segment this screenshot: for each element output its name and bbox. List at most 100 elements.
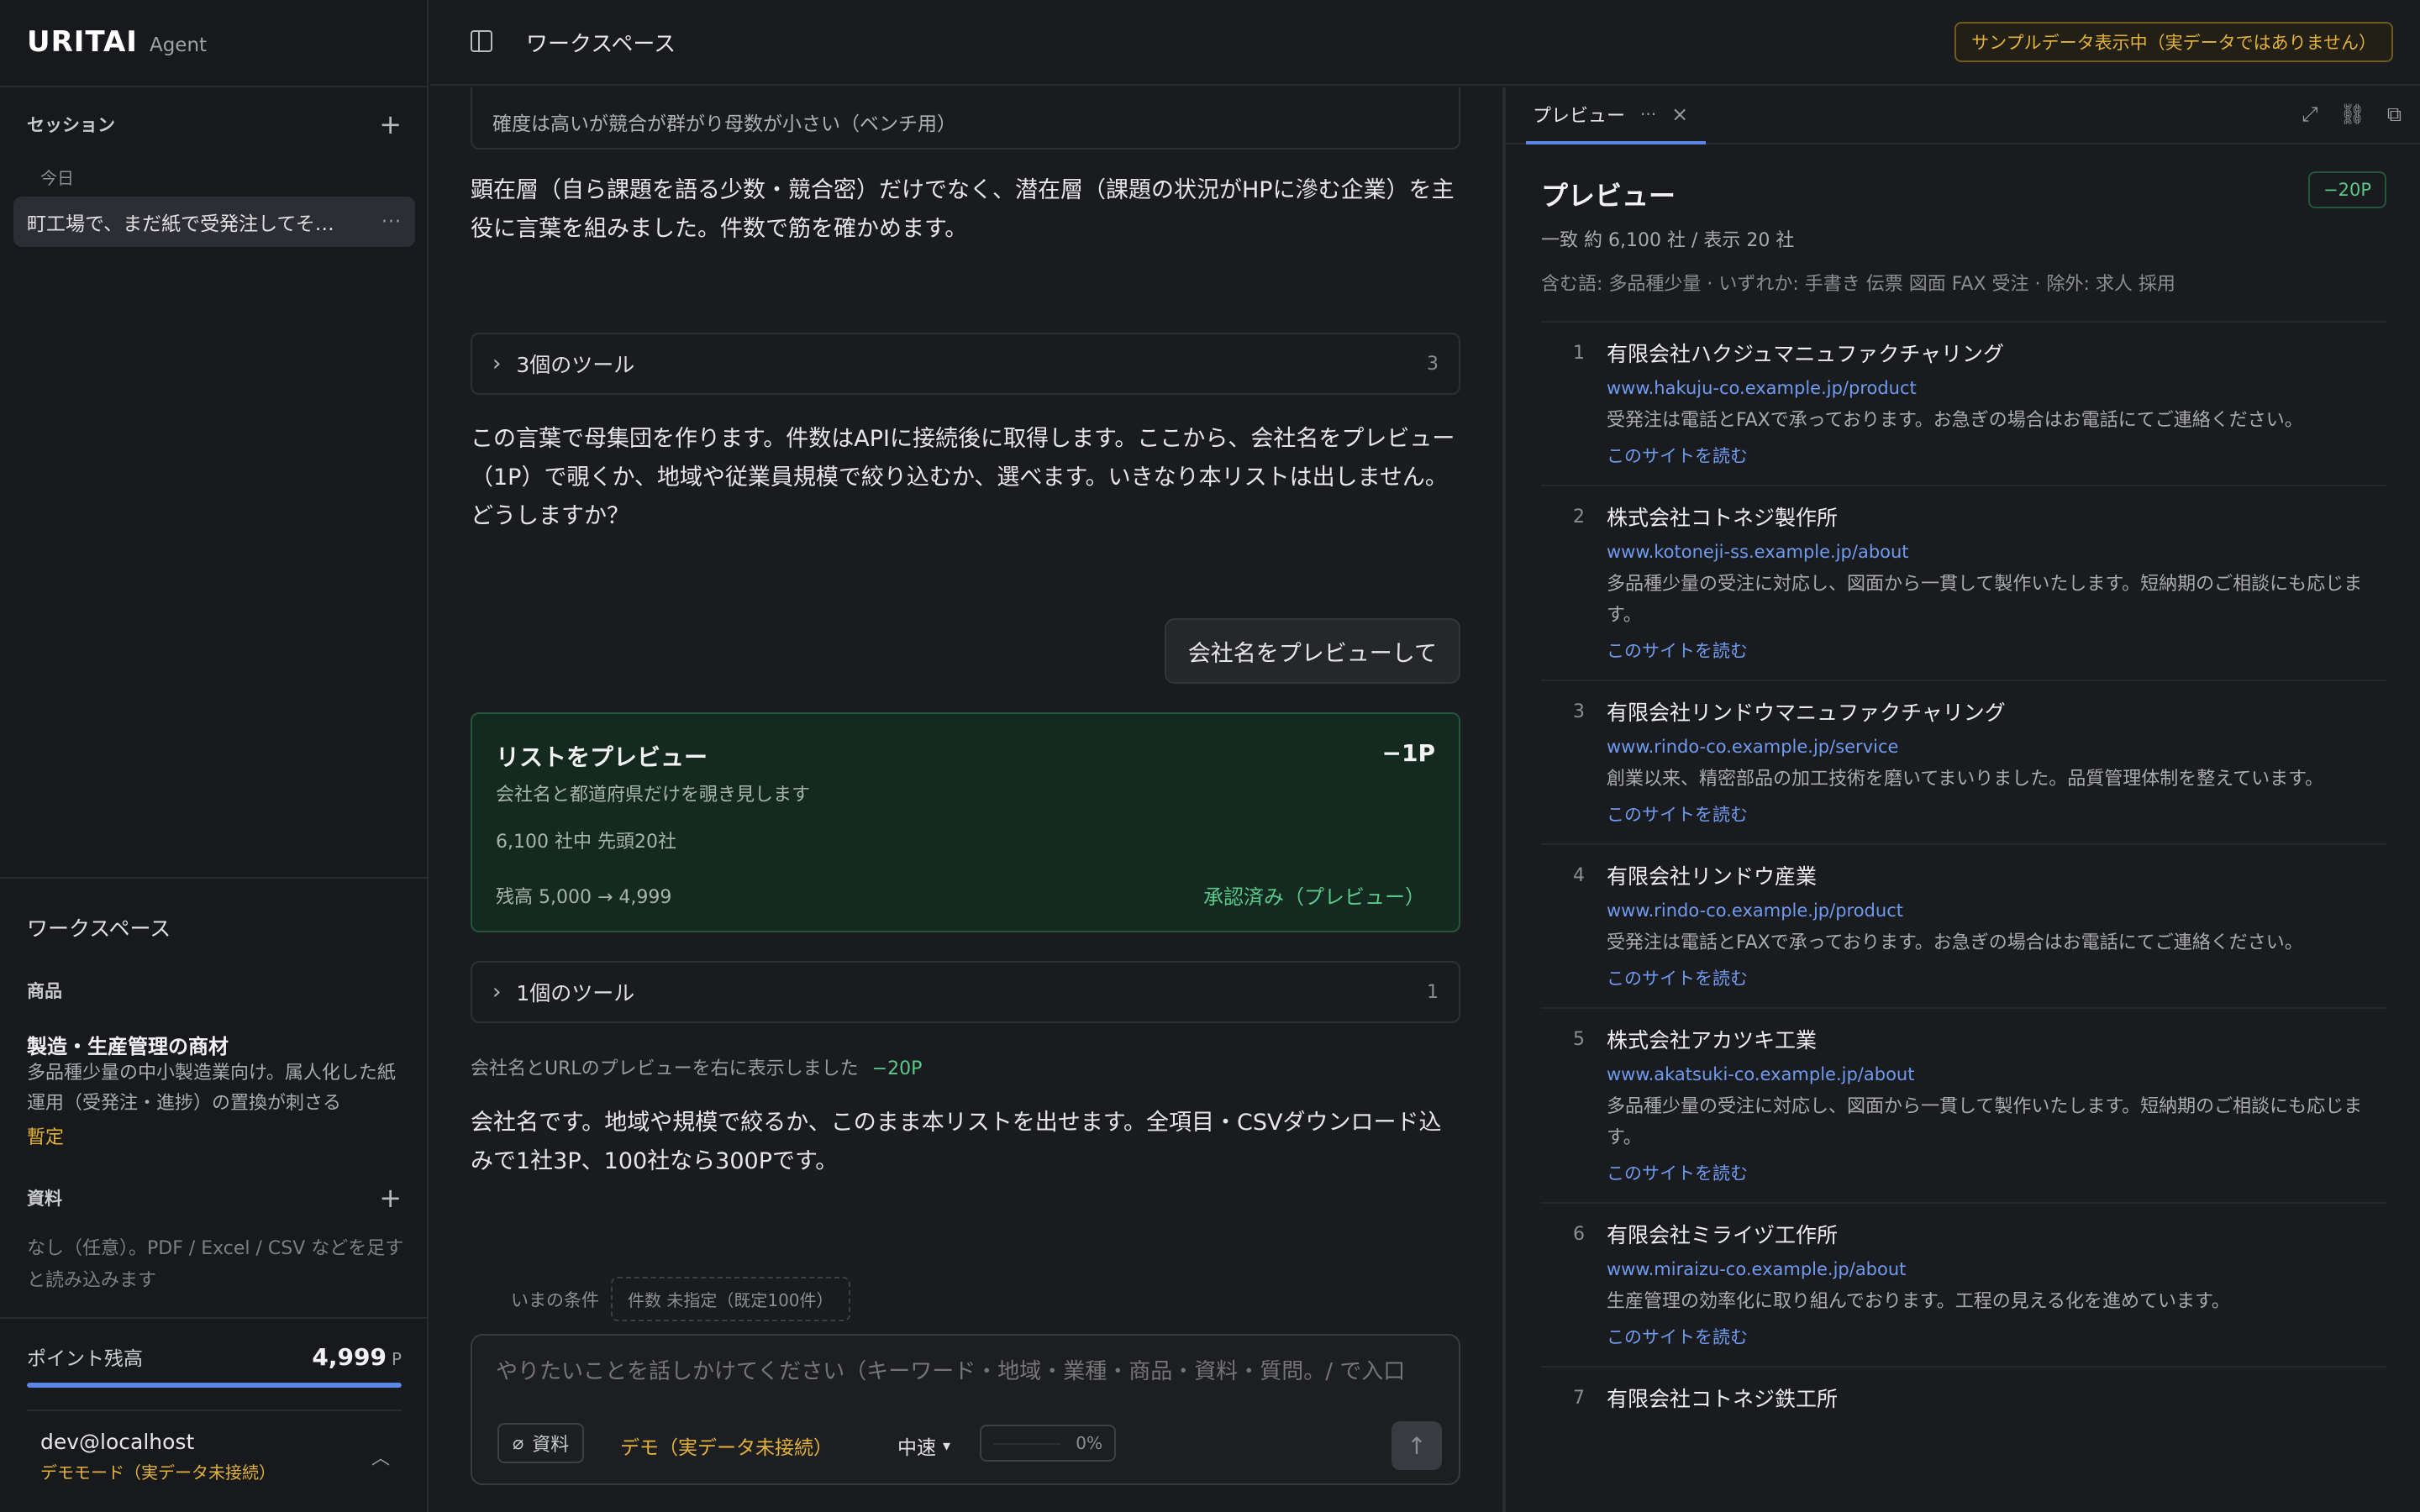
- speed-label: 中速: [897, 1437, 936, 1459]
- preview-title: プレビュー: [1541, 180, 1676, 212]
- new-session-plus-icon[interactable]: +: [379, 111, 402, 138]
- assistant-message: 顕在層（自ら課題を語る少数・競合密）だけでなく、潜在層（課題の状況がHPに滲む企…: [471, 177, 1455, 242]
- system-note-cost: −20P: [871, 1058, 923, 1079]
- sidebar-divider: [0, 877, 429, 879]
- read-site-link[interactable]: このサイトを読む: [1607, 801, 2386, 827]
- message-composer: ⌀ 資料 デモ（実データ未接続） 中速 ▾ 0% ↑: [471, 1334, 1460, 1485]
- expand-icon[interactable]: ⤢: [2302, 102, 2317, 126]
- condition-chip[interactable]: 件数 未指定（既定100件）: [611, 1277, 850, 1321]
- list-item-body: 有限会社リンドウ産業 www.rindo-co.example.jp/produc…: [1607, 862, 2386, 990]
- list-item-body: 株式会社アカツキ工業 www.akatsuki-co.example.jp/abo…: [1607, 1026, 2386, 1185]
- add-material-plus-icon[interactable]: +: [379, 1184, 402, 1211]
- close-icon[interactable]: ×: [1671, 102, 1688, 126]
- link-icon[interactable]: ⛓: [2339, 102, 2365, 126]
- user-account-menu[interactable]: dev@localhost デモモード（実データ未接続） ︿: [40, 1430, 390, 1483]
- points-unit: P: [391, 1349, 402, 1369]
- speed-select[interactable]: 中速 ▾: [897, 1431, 950, 1460]
- chevron-right-icon: ›: [492, 979, 502, 1005]
- read-site-link[interactable]: このサイトを読む: [1607, 1324, 2386, 1349]
- tool-group-count: 1: [1427, 981, 1439, 1003]
- approval-title: リストをプレビュー: [496, 743, 708, 771]
- list-item: 5 株式会社アカツキ工業 www.akatsuki-co.example.jp/ab…: [1541, 1007, 2386, 1202]
- sample-data-badge: サンプルデータ表示中（実データではありません）: [1954, 22, 2393, 62]
- user-mode: デモモード（実データ未接続）: [40, 1462, 276, 1483]
- company-description: 多品種少量の受注に対応し、図面から一貫して製作いたします。短納期のご相談にも応じ…: [1607, 574, 2363, 626]
- attach-material-button[interactable]: ⌀ 資料: [497, 1423, 585, 1463]
- company-name: 株式会社アカツキ工業: [1607, 1028, 1818, 1053]
- approval-status: 承認済み（プレビュー）: [1203, 885, 1425, 909]
- company-url[interactable]: www.rindo-co.example.jp/product: [1607, 900, 2386, 921]
- tool-group-label: 3個のツール: [516, 353, 635, 377]
- approval-balance: 残高 5,000 → 4,999: [496, 887, 672, 908]
- system-note: 会社名とURLのプレビューを右に表示しました −20P: [471, 1053, 922, 1080]
- product-name[interactable]: 製造・生産管理の商材: [27, 1030, 229, 1059]
- list-item-number: 4: [1573, 865, 1585, 886]
- panel-actions: ⤢ ⛓ ⧉: [2302, 102, 2402, 126]
- chevron-down-icon: ▾: [943, 1436, 951, 1455]
- sidebar-divider: [0, 1317, 429, 1319]
- company-url[interactable]: www.akatsuki-co.example.jp/about: [1607, 1064, 2386, 1084]
- chevron-up-icon: ︿: [371, 1448, 390, 1469]
- company-url[interactable]: www.rindo-co.example.jp/service: [1607, 737, 2386, 757]
- list-item-number: 5: [1573, 1029, 1585, 1050]
- list-item-body: 有限会社ミライヅ工作所 www.miraizu-co.example.jp/abo…: [1607, 1221, 2386, 1349]
- sidebar-divider: [0, 86, 429, 87]
- assistant-message: この言葉で母集団を作ります。件数はAPIに接続後に取得します。ここから、会社名を…: [471, 426, 1455, 529]
- product-description: 多品種少量の中小製造業向け。属人化した紙運用（受発注・進捗）の置換が刺さる: [27, 1063, 396, 1114]
- list-item-number: 3: [1573, 701, 1585, 722]
- company-url[interactable]: www.hakuju-co.example.jp/product: [1607, 378, 2386, 398]
- list-item-body: 有限会社ハクジュマニュファクチャリング www.hakuju-co.example…: [1607, 339, 2386, 468]
- brand-name: URITAI: [27, 25, 138, 59]
- read-site-link[interactable]: このサイトを読む: [1607, 443, 2386, 468]
- company-name: 有限会社コトネジ鉄工所: [1607, 1387, 1839, 1411]
- company-description: 生産管理の効率化に取り組んでおります。工程の見える化を進めています。: [1607, 1291, 2230, 1312]
- company-description: 受発注は電話とFAXで承っております。お急ぎの場合はお電話にてご連絡ください。: [1607, 932, 2303, 953]
- previous-card: 確度は高いが競合が群がり母数が小さい（ベンチ用）: [471, 87, 1460, 150]
- read-site-link[interactable]: このサイトを読む: [1607, 965, 2386, 990]
- preview-tab-bar: プレビュー ··· × ⤢ ⛓ ⧉: [1506, 87, 2420, 144]
- list-item-number: 1: [1573, 343, 1585, 364]
- user-message: 会社名をプレビューして: [1164, 618, 1460, 684]
- company-name: 有限会社リンドウマニュファクチャリング: [1607, 701, 2006, 725]
- session-more-icon[interactable]: ···: [381, 212, 402, 233]
- tool-group-toggle[interactable]: › 1個のツール 1: [471, 961, 1460, 1023]
- company-name: 有限会社リンドウ産業: [1607, 864, 1818, 889]
- list-item: 2 株式会社コトネジ製作所 www.kotoneji-ss.example.jp/a…: [1541, 485, 2386, 680]
- tab-preview[interactable]: プレビュー ··· ×: [1526, 87, 1706, 144]
- sessions-title: セッション: [27, 115, 115, 135]
- company-description: 受発注は電話とFAXで承っております。お急ぎの場合はお電話にてご連絡ください。: [1607, 410, 2303, 431]
- tab-preview-label: プレビュー: [1533, 106, 1626, 127]
- conditions-label: いまの条件: [511, 1289, 599, 1310]
- approval-card: リストをプレビュー −1P 会社名と都道府県だけを覗き見します 6,100 社中…: [471, 712, 1460, 932]
- session-item[interactable]: 町工場で、まだ紙で受発注してそ… ···: [13, 197, 415, 247]
- brand-subtitle: Agent: [149, 34, 208, 56]
- message-input[interactable]: [496, 1359, 1437, 1384]
- send-button[interactable]: ↑: [1392, 1421, 1442, 1470]
- list-item-number: 7: [1573, 1388, 1585, 1409]
- current-conditions: いまの条件 件数 未指定（既定100件）: [511, 1277, 850, 1321]
- read-site-link[interactable]: このサイトを読む: [1607, 1160, 2386, 1185]
- external-link-icon[interactable]: ⧉: [2387, 102, 2402, 126]
- attach-label: 資料: [532, 1435, 570, 1456]
- list-item-number: 2: [1573, 507, 1585, 528]
- context-percent: 0%: [1076, 1433, 1102, 1453]
- materials-heading: 資料: [27, 1189, 62, 1209]
- brand-logo[interactable]: URITAI Agent: [27, 25, 207, 59]
- tab-more-icon[interactable]: ···: [1640, 104, 1656, 124]
- list-item: 4 有限会社リンドウ産業 www.rindo-co.example.jp/produ…: [1541, 843, 2386, 1007]
- preview-cost-badge: −20P: [2308, 171, 2386, 208]
- company-name: 有限会社ミライヅ工作所: [1607, 1223, 1839, 1247]
- today-label: 今日: [40, 168, 74, 188]
- approval-cost: −1P: [1381, 739, 1435, 767]
- list-item: 6 有限会社ミライヅ工作所 www.miraizu-co.example.jp/ab…: [1541, 1202, 2386, 1366]
- list-item-number: 6: [1573, 1224, 1585, 1245]
- points-balance: ポイント残高 4,999 P: [27, 1342, 402, 1371]
- company-list: 1 有限会社ハクジュマニュファクチャリング www.hakuju-co.exampl…: [1541, 321, 2386, 1431]
- sidebar-divider: [27, 1410, 402, 1411]
- tool-group-toggle[interactable]: › 3個のツール 3: [471, 333, 1460, 395]
- sidebar-toggle-icon[interactable]: [471, 30, 492, 52]
- approval-subtitle: 会社名と都道府県だけを覗き見します: [496, 785, 811, 806]
- read-site-link[interactable]: このサイトを読む: [1607, 638, 2386, 663]
- company-url[interactable]: www.miraizu-co.example.jp/about: [1607, 1259, 2386, 1279]
- company-url[interactable]: www.kotoneji-ss.example.jp/about: [1607, 542, 2386, 562]
